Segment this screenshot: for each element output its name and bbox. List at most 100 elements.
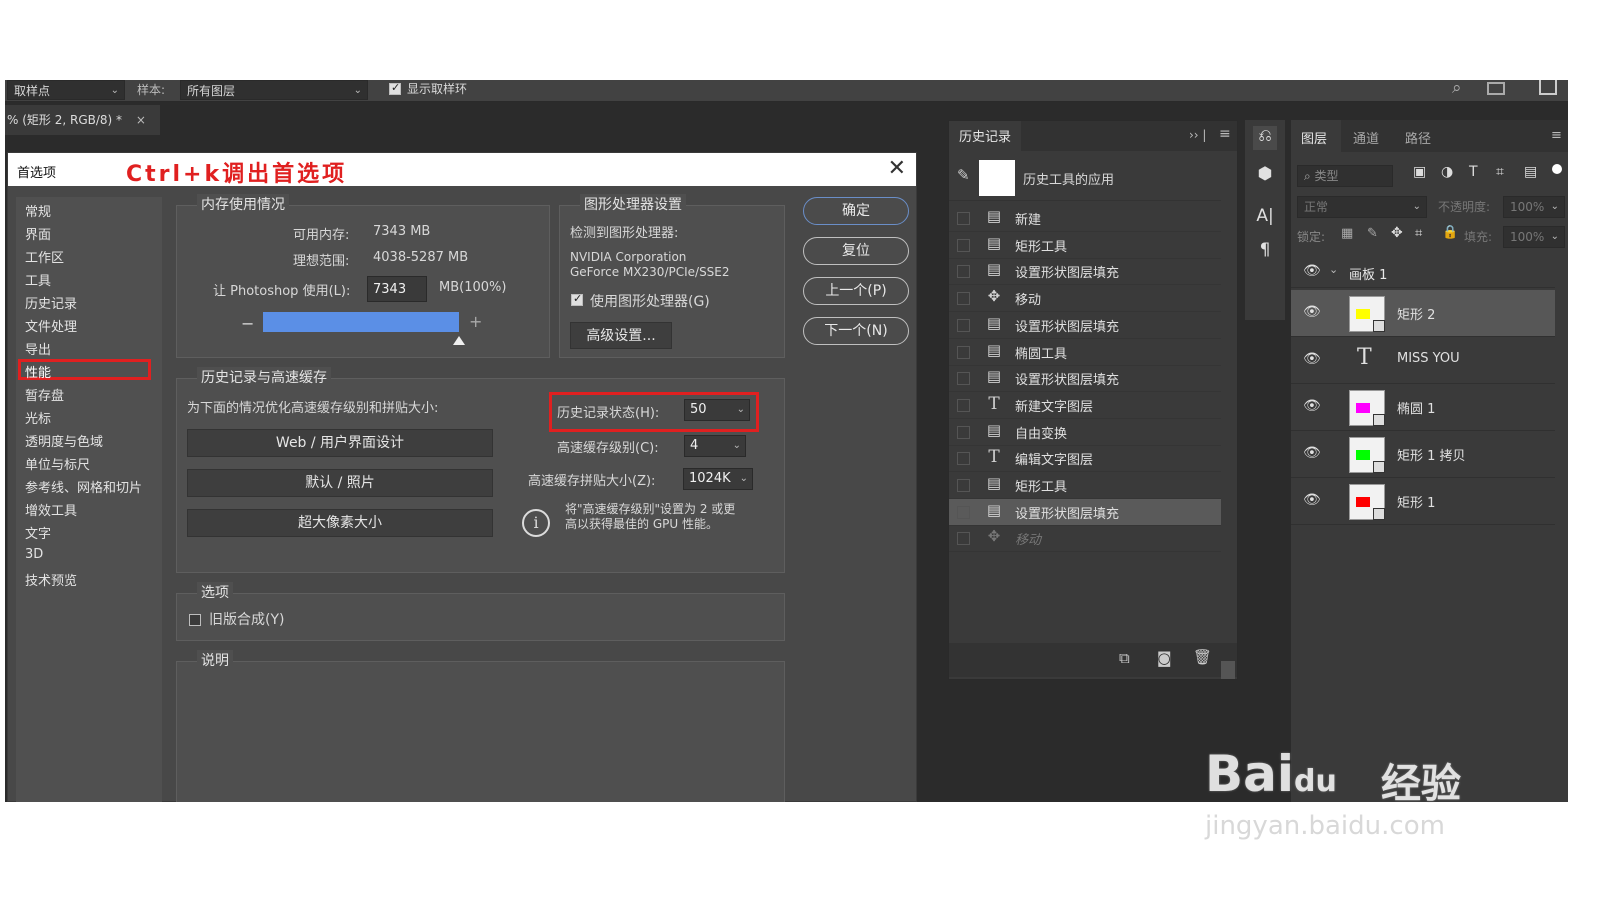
lock-paint-icon[interactable]: ✎ xyxy=(1367,226,1378,241)
history-source-checkbox[interactable] xyxy=(957,425,970,439)
tile-size-select[interactable]: 1024K ⌄ xyxy=(683,468,753,490)
history-state-row[interactable]: ▤ 自由变换 xyxy=(949,419,1221,446)
nav-item-type[interactable]: 文字 xyxy=(25,523,51,542)
fill-input[interactable]: 100% ⌄ xyxy=(1503,226,1565,248)
filter-smart-object-icon[interactable]: ▤ xyxy=(1524,164,1537,180)
previous-button[interactable]: 上一个(P) xyxy=(803,277,909,305)
panel-expand-icon[interactable]: ›› | xyxy=(1189,128,1206,142)
history-states-input[interactable]: 50 ⌄ xyxy=(684,399,750,421)
memory-slider-track[interactable] xyxy=(263,312,459,332)
nav-item-cursors[interactable]: 光标 xyxy=(25,408,51,427)
document-tab[interactable]: % (矩形 2, RGB/8) * × xyxy=(5,105,160,135)
history-source-checkbox[interactable] xyxy=(957,318,970,332)
lock-move-icon[interactable]: ✥ xyxy=(1391,225,1403,241)
nav-item-file-handling[interactable]: 文件处理 xyxy=(25,316,77,335)
history-state-row[interactable]: ▤ 设置形状图层填充 xyxy=(949,312,1221,339)
history-state-row[interactable]: ▤ 椭圆工具 xyxy=(949,339,1221,366)
history-state-row[interactable]: ▤ 设置形状图层填充 xyxy=(949,498,1221,526)
nav-item-scratch-disks[interactable]: 暂存盘 xyxy=(25,385,64,404)
advanced-settings-button[interactable]: 高级设置... xyxy=(570,322,672,349)
blend-mode-select[interactable]: 正常 ⌄ xyxy=(1297,196,1427,218)
filter-adjustment-icon[interactable]: ◑ xyxy=(1441,164,1453,180)
history-source-checkbox[interactable] xyxy=(957,452,970,466)
filter-shape-icon[interactable]: ⌗ xyxy=(1496,164,1504,180)
nav-item-guides-grid-slices[interactable]: 参考线、网格和切片 xyxy=(25,477,142,496)
sample-select[interactable]: 所有图层 ⌄ xyxy=(180,80,368,100)
tab-history[interactable]: 历史记录 xyxy=(949,121,1021,151)
lock-all-icon[interactable]: 🔒 xyxy=(1442,225,1458,240)
history-source-checkbox[interactable] xyxy=(957,372,970,386)
paragraph-panel-icon[interactable]: ¶ xyxy=(1253,240,1277,264)
nav-item-tech-previews[interactable]: 技术预览 xyxy=(25,570,77,589)
history-source-checkbox[interactable] xyxy=(957,398,970,412)
history-source-checkbox[interactable] xyxy=(957,479,970,492)
share-icon[interactable] xyxy=(1539,80,1557,95)
cache-levels-select[interactable]: 4 ⌄ xyxy=(684,435,746,457)
nav-item-performance[interactable]: 性能 xyxy=(18,359,151,381)
preset-web-ui-button[interactable]: Web / 用户界面设计 xyxy=(187,429,493,457)
artboard-row[interactable]: 👁 ⌄ 画板 1 xyxy=(1291,258,1555,288)
history-source-checkbox[interactable] xyxy=(957,505,970,519)
character-panel-icon[interactable]: A| xyxy=(1253,206,1277,230)
preset-default-photos-button[interactable]: 默认 / 照片 xyxy=(187,469,493,497)
minus-icon[interactable]: − xyxy=(241,314,254,333)
tab-paths[interactable]: 路径 xyxy=(1405,128,1431,147)
legacy-compositing-checkbox[interactable] xyxy=(189,614,201,626)
history-source-checkbox[interactable] xyxy=(957,265,970,279)
memory-usage-input[interactable]: 7343 xyxy=(367,276,427,302)
layer-row[interactable]: 👁 矩形 2 xyxy=(1291,290,1555,337)
history-source-checkbox[interactable] xyxy=(957,532,970,546)
history-state-row[interactable]: ▤ 矩形工具 xyxy=(949,232,1221,259)
memory-slider-thumb[interactable] xyxy=(453,336,465,345)
layer-filter-select[interactable]: ⌕ 类型 xyxy=(1297,165,1393,187)
history-state-row[interactable]: T 新建文字图层 xyxy=(949,392,1221,419)
workspace-icon[interactable] xyxy=(1487,82,1505,95)
nav-item-history[interactable]: 历史记录 xyxy=(25,293,77,312)
ok-button[interactable]: 确定 xyxy=(803,197,909,225)
history-state-row[interactable]: T 编辑文字图层 xyxy=(949,445,1221,473)
history-source-checkbox[interactable] xyxy=(957,292,970,306)
filter-type-icon[interactable]: T xyxy=(1469,164,1478,180)
nav-item-transparency-gamut[interactable]: 透明度与色域 xyxy=(25,431,103,450)
lock-transparent-icon[interactable]: ▦ xyxy=(1341,226,1353,241)
next-button[interactable]: 下一个(N) xyxy=(803,317,909,345)
eye-icon[interactable]: 👁 xyxy=(1303,304,1321,320)
history-snapshot[interactable]: ✎ 历史工具的应用 xyxy=(949,155,1221,201)
history-source-checkbox[interactable] xyxy=(957,345,970,359)
preset-huge-pixel-button[interactable]: 超大像素大小 xyxy=(187,509,493,537)
layer-row[interactable]: 👁 椭圆 1 xyxy=(1291,384,1555,431)
chevron-down-icon[interactable]: ⌄ xyxy=(1329,263,1338,276)
nav-item-units-rulers[interactable]: 单位与标尺 xyxy=(25,454,90,473)
close-icon[interactable]: ✕ xyxy=(888,156,906,181)
history-state-row[interactable]: ✥ 移动 xyxy=(949,285,1221,313)
nav-item-workspace[interactable]: 工作区 xyxy=(25,247,64,266)
filter-toggle-icon[interactable] xyxy=(1552,164,1562,174)
filter-pixel-icon[interactable]: ▣ xyxy=(1413,164,1426,180)
history-source-checkbox[interactable] xyxy=(957,238,970,252)
eye-icon[interactable]: 👁 xyxy=(1303,492,1321,508)
history-state-row[interactable]: ✥ 移动 xyxy=(949,525,1221,553)
3d-panel-icon[interactable]: ⬢ xyxy=(1253,164,1277,188)
eye-icon[interactable]: 👁 xyxy=(1303,351,1321,367)
eye-icon[interactable]: 👁 xyxy=(1303,398,1321,414)
scrollbar-thumb[interactable] xyxy=(1221,661,1235,679)
history-state-row[interactable]: ▤ 矩形工具 xyxy=(949,472,1221,499)
sample-point-select[interactable]: 取样点 ⌄ xyxy=(7,80,125,100)
nav-item-3d[interactable]: 3D xyxy=(25,547,43,562)
eye-icon[interactable]: 👁 xyxy=(1303,445,1321,461)
close-icon[interactable]: × xyxy=(136,113,146,127)
nav-item-tools[interactable]: 工具 xyxy=(25,270,51,289)
panel-menu-icon[interactable]: ≡ xyxy=(1551,128,1562,143)
reset-button[interactable]: 复位 xyxy=(803,237,909,265)
nav-item-interface[interactable]: 界面 xyxy=(25,224,51,243)
lock-artboard-icon[interactable]: ⌗ xyxy=(1415,226,1422,241)
camera-icon[interactable]: ◙ xyxy=(1157,649,1172,667)
layer-row[interactable]: 👁 T MISS YOU xyxy=(1291,337,1555,384)
opacity-input[interactable]: 100% ⌄ xyxy=(1503,196,1565,218)
tab-channels[interactable]: 通道 xyxy=(1353,128,1379,147)
trash-icon[interactable]: 🗑 xyxy=(1193,648,1212,666)
search-icon[interactable]: ⌕ xyxy=(1452,80,1462,98)
layer-row[interactable]: 👁 矩形 1 xyxy=(1291,478,1555,525)
history-state-row[interactable]: ▤ 新建 xyxy=(949,205,1221,232)
nav-item-export[interactable]: 导出 xyxy=(25,339,51,358)
